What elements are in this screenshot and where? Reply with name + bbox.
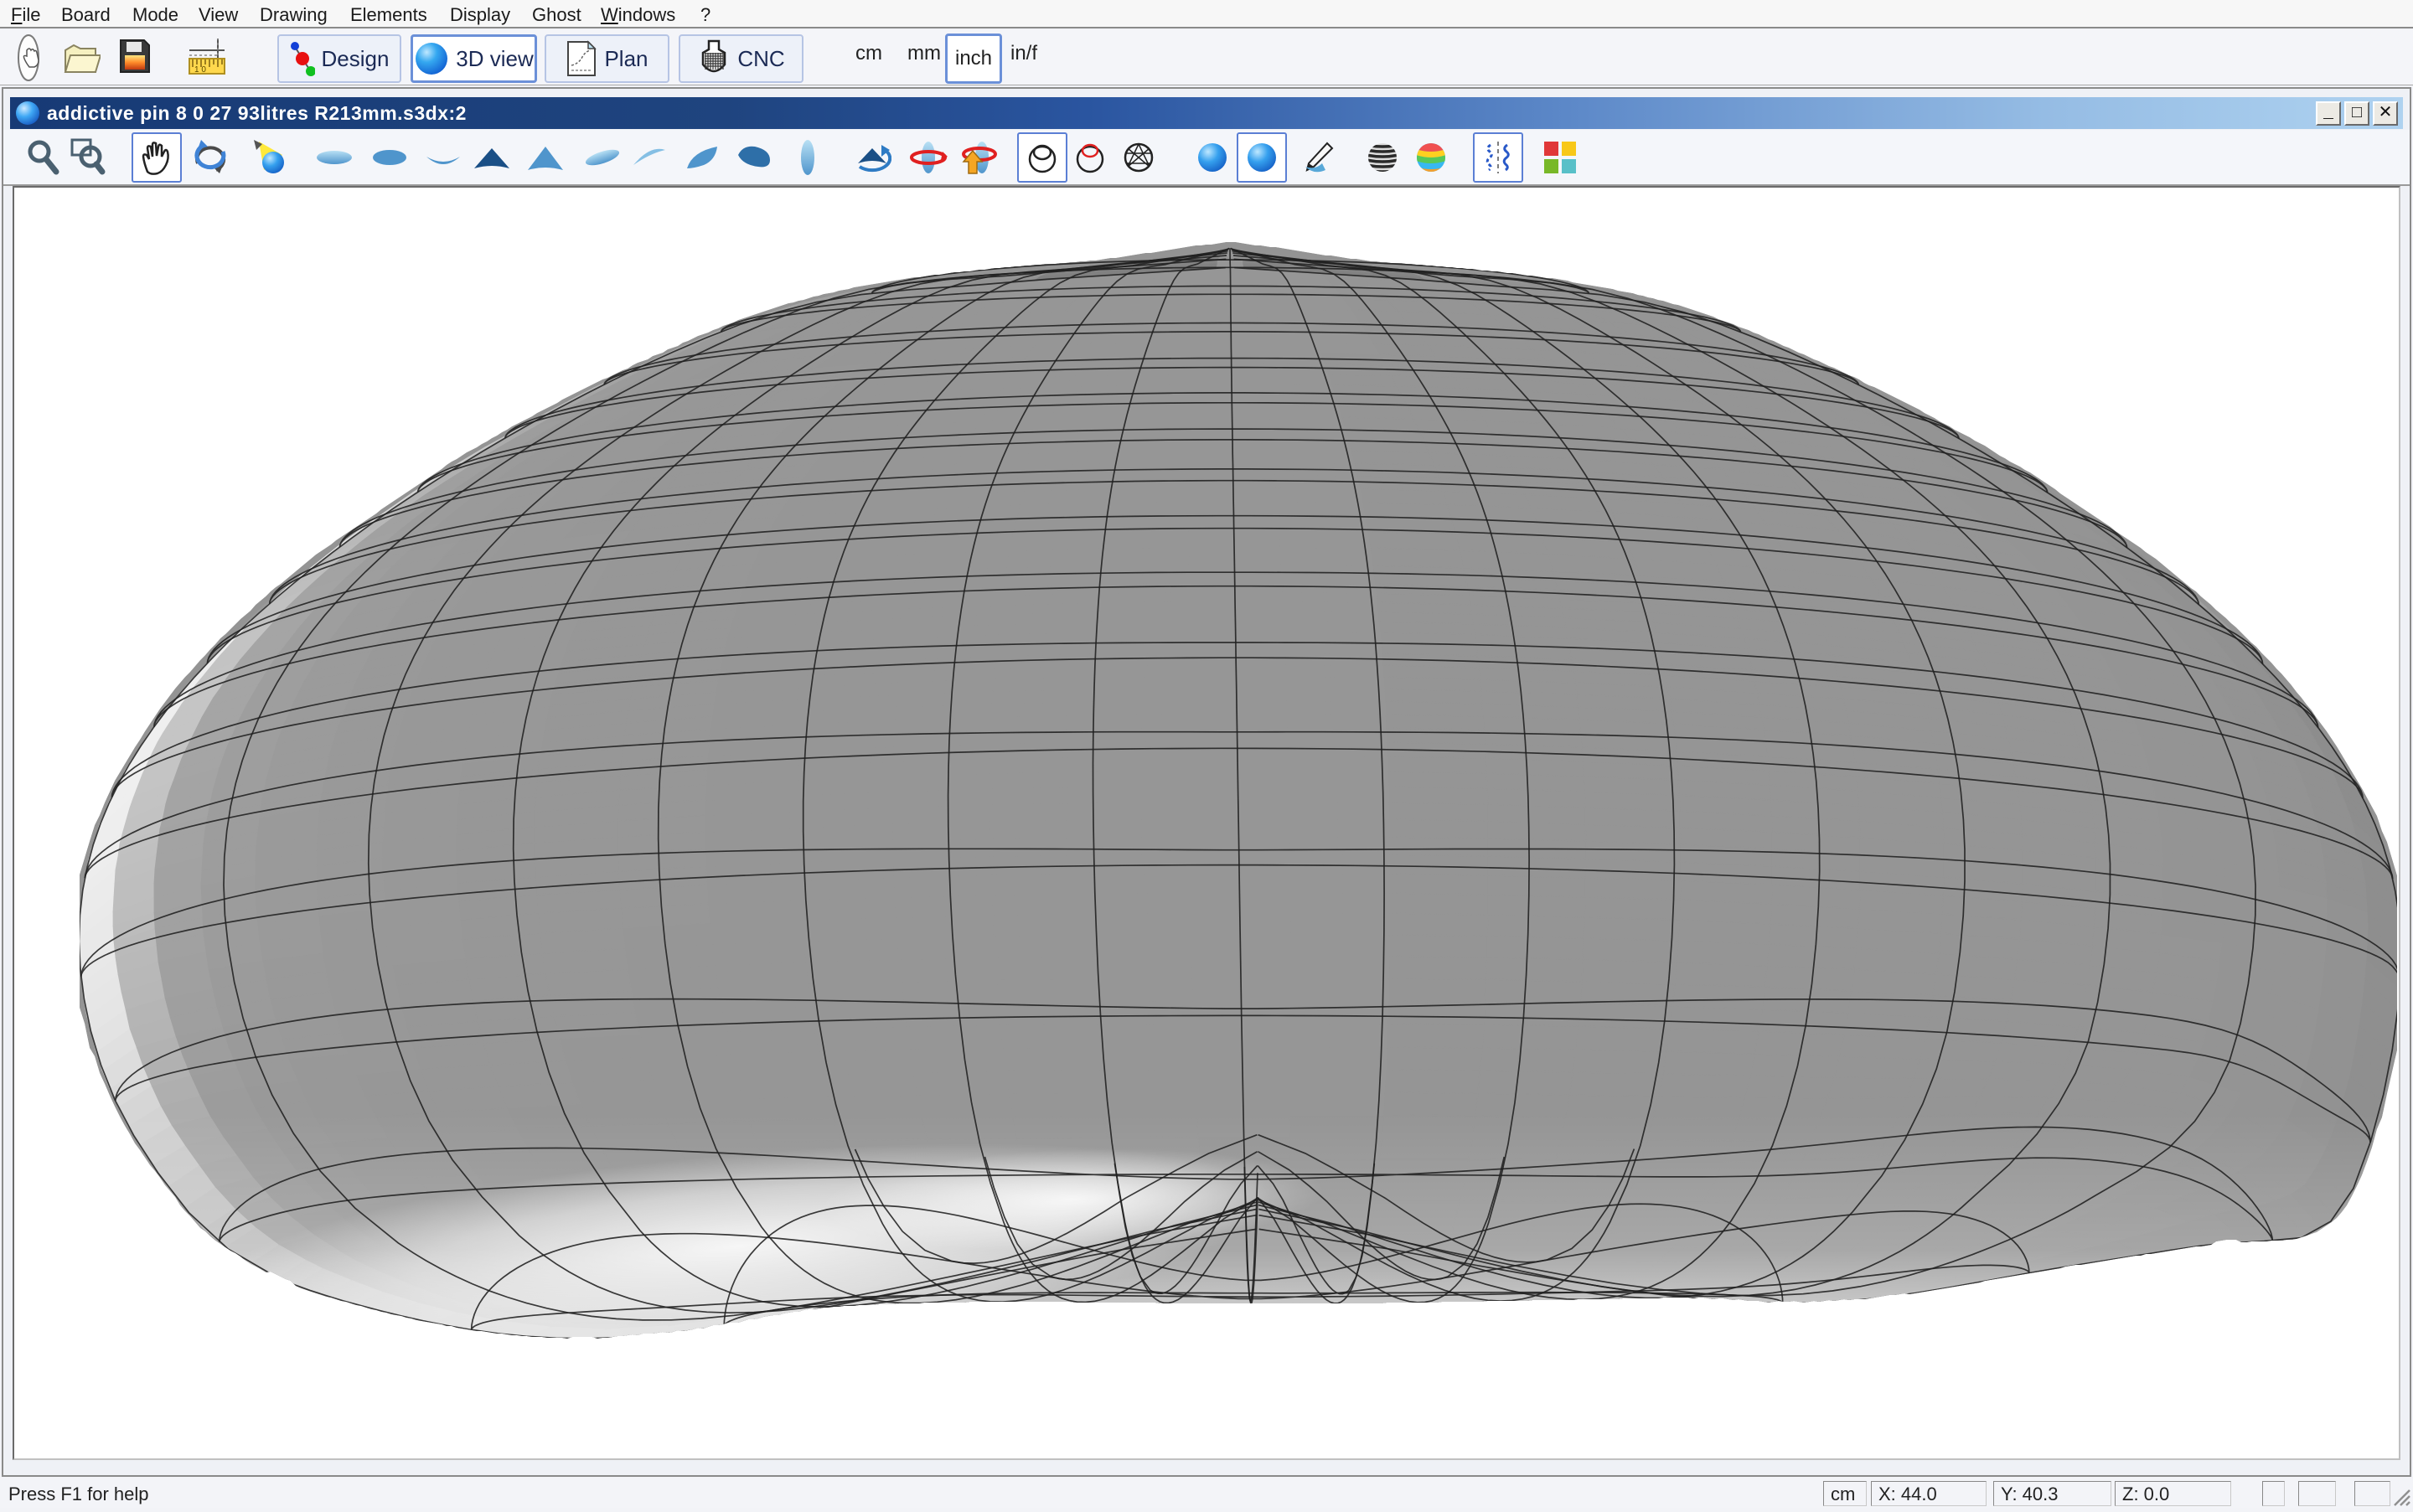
svg-text:1 0: 1 0 bbox=[194, 65, 206, 75]
